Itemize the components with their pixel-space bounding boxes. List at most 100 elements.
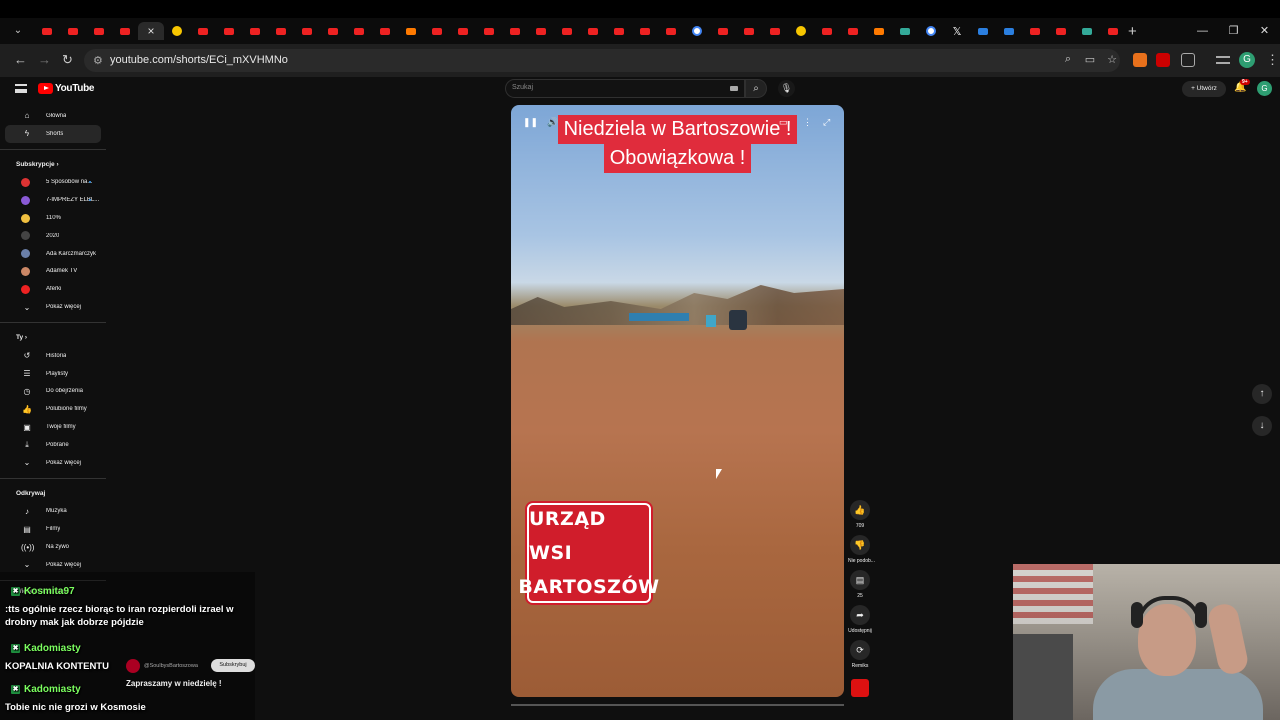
tab-youtube[interactable] [242,22,268,40]
tab-youtube[interactable] [528,22,554,40]
sidebar-item-playlists[interactable]: ☰ Playlisty [5,365,101,383]
tab-search-dropdown-icon[interactable]: ⌄ [11,24,25,38]
tab-youtube[interactable] [1100,22,1126,40]
subscription-item[interactable]: 110% [5,209,101,227]
shorts-video-player[interactable]: Niedziela w Bartoszowie ! Obowiązkowa ! … [511,105,844,697]
next-short-button[interactable]: ↓ [1252,416,1272,436]
minimize-icon[interactable]: — [1187,22,1218,40]
sidebar-item-downloads[interactable]: ⤓ Pobrane [5,436,101,454]
tab-blue[interactable] [970,22,996,40]
comments-action[interactable]: ▤ 25 [848,570,872,599]
subscribe-button[interactable]: Subskrybuj [211,659,255,672]
subscription-item[interactable]: 5 Sposobów na... [5,174,101,192]
extensions-puzzle-icon[interactable] [1181,53,1195,67]
more-options-icon[interactable]: ⋮ [803,117,812,128]
short-description[interactable]: Zapraszamy w niedzielę ! [126,679,222,688]
tab-youtube[interactable] [632,22,658,40]
share-action[interactable]: ➦ Udostępnij [848,605,872,634]
back-arrow-icon[interactable]: ← [14,53,27,67]
profile-avatar[interactable]: G [1239,52,1255,68]
subscriptions-show-more[interactable]: ⌄ Pokaż więcej [5,298,101,316]
tab-youtube[interactable] [320,22,346,40]
create-button[interactable]: + Utwórz [1182,81,1226,97]
browser-menu-icon[interactable]: ⋮ [1266,53,1279,67]
site-info-icon[interactable]: ⚙ [93,54,103,67]
zoom-icon[interactable]: ⌕ [1056,53,1080,66]
tab-person[interactable] [398,22,424,40]
tab-youtube[interactable] [658,22,684,40]
tab-youtube[interactable] [86,22,112,40]
tab-youtube[interactable] [34,22,60,40]
tab-youtube[interactable] [294,22,320,40]
channel-thumbnail[interactable] [851,679,869,697]
subscription-item[interactable]: 7-IMPREZY ELBL... [5,191,101,209]
active-tab-close-button[interactable]: × [138,22,164,40]
remix-action[interactable]: ⟳ Remiks [848,640,872,669]
sidebar-item-music[interactable]: ♪ Muzyka [5,503,101,521]
subscription-item[interactable]: Aferki [5,280,101,298]
sidebar-item-history[interactable]: ↺ Historia [5,347,101,365]
subscription-item[interactable]: 2020 [5,227,101,245]
sidebar-item-home[interactable]: ⌂ Główna [5,107,101,125]
tab-yellow[interactable] [788,22,814,40]
thumbs-up-icon[interactable]: 👍 [850,500,870,520]
hamburger-menu-icon[interactable] [15,84,27,93]
tab-youtube[interactable] [424,22,450,40]
tab-green[interactable] [892,22,918,40]
tab-youtube[interactable] [840,22,866,40]
voice-search-button[interactable]: 🎙 [778,80,795,97]
notifications-bell-icon[interactable]: 🔔 9+ [1234,79,1250,93]
dislike-action[interactable]: 👎 Nie podob... [848,535,875,564]
comment-icon[interactable]: ▤ [850,570,870,590]
tab-leaf[interactable] [1074,22,1100,40]
extension-icon[interactable] [1133,53,1147,67]
account-avatar[interactable]: G [1257,81,1272,96]
tab-youtube[interactable] [710,22,736,40]
tab-yellow[interactable] [164,22,190,40]
share-icon[interactable]: ➦ [850,605,870,625]
captions-icon[interactable]: ▭ [779,117,788,128]
you-show-more[interactable]: ⌄ Pokaż więcej [5,454,101,472]
tab-steam[interactable] [996,22,1022,40]
sidebar-item-live[interactable]: ((•)) Na żywo [5,538,101,556]
channel-handle[interactable]: @SoulbysBartoszowa [126,659,198,673]
sidebar-item-watch-later[interactable]: ◷ Do obejrzenia [5,383,101,401]
fullscreen-icon[interactable]: ⤢ [823,117,830,128]
tab-youtube[interactable] [450,22,476,40]
forward-arrow-icon[interactable]: → [38,53,51,67]
restore-icon[interactable]: ❐ [1218,22,1249,40]
tab-youtube[interactable] [476,22,502,40]
new-tab-button[interactable]: + [1128,23,1137,40]
close-window-icon[interactable]: ✕ [1249,22,1280,40]
cast-icon[interactable]: ▭ [1078,53,1102,66]
extension-icon[interactable] [1156,53,1170,67]
tab-youtube[interactable] [346,22,372,40]
bookmark-star-icon[interactable]: ☆ [1100,53,1124,66]
reload-icon[interactable]: ↻ [62,53,73,67]
keyboard-icon[interactable] [730,86,738,91]
tab-google[interactable] [918,22,944,40]
tab-youtube[interactable] [554,22,580,40]
sidebar-item-films[interactable]: ▤ Filmy [5,520,101,538]
tab-youtube[interactable] [112,22,138,40]
subscriptions-header[interactable]: Subskrypcje › [0,156,106,174]
search-button[interactable]: ⌕ [745,79,767,98]
tab-youtube[interactable] [216,22,242,40]
subscription-item[interactable]: Adamek TV [5,263,101,281]
tab-youtube[interactable] [1022,22,1048,40]
tab-youtube[interactable] [1048,22,1074,40]
tab-shield[interactable] [866,22,892,40]
subscription-item[interactable]: Ada Karczmarczyk [5,245,101,263]
tab-youtube[interactable] [580,22,606,40]
sidebar-item-your-videos[interactable]: ▣ Twoje filmy [5,418,101,436]
tab-youtube[interactable] [190,22,216,40]
tab-x[interactable]: 𝕏 [944,22,970,40]
youtube-logo[interactable]: YouTube [38,83,95,94]
tab-youtube[interactable] [60,22,86,40]
previous-short-button[interactable]: ↑ [1252,384,1272,404]
tab-google[interactable] [684,22,710,40]
volume-icon[interactable]: 🔊 [547,117,558,128]
you-header[interactable]: Ty › [0,329,106,347]
pause-icon[interactable]: ❚❚ [523,117,538,128]
media-controls-icon[interactable] [1216,56,1230,64]
